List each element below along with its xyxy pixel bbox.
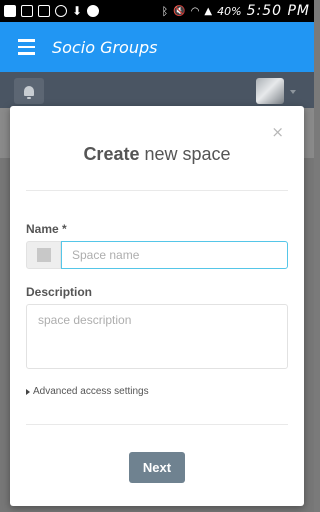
modal-title-bold: Create — [83, 144, 140, 164]
close-icon[interactable]: × — [271, 123, 284, 141]
s-icon — [21, 5, 33, 17]
signal-icon: ▲ — [204, 5, 213, 17]
download-icon: ⬇ — [72, 4, 83, 18]
space-name-input[interactable] — [61, 241, 288, 269]
underlay-edge-right — [304, 108, 314, 158]
mute-icon: 🔇 — [173, 5, 186, 17]
space-description-input[interactable] — [26, 304, 288, 369]
modal-title: Create new space — [10, 144, 304, 165]
status-bar-left: ⬇ — [4, 4, 100, 18]
shield-icon — [87, 5, 100, 17]
name-label: Name * — [26, 222, 67, 236]
notifications-button[interactable] — [14, 78, 44, 104]
avatar[interactable] — [256, 78, 284, 104]
bell-icon — [24, 86, 34, 99]
modal-title-rest: new space — [144, 144, 231, 164]
space-color-picker[interactable] — [26, 241, 61, 269]
app-title: Socio Groups — [52, 37, 158, 57]
bluetooth-icon: ᛒ — [161, 4, 169, 18]
whatsapp-icon — [55, 5, 67, 17]
wifi-icon: ◠ — [190, 5, 200, 17]
underlay-edge-left — [0, 108, 10, 158]
status-bar-right: ᛒ 🔇 ◠ ▲ 40% 5:50 PM — [162, 3, 310, 19]
description-label: Description — [26, 285, 93, 299]
status-bar: ⬇ ᛒ 🔇 ◠ ▲ 40% 5:50 PM — [0, 0, 314, 22]
add-icon — [4, 5, 16, 17]
advanced-access-settings-link[interactable]: Advanced access settings — [26, 386, 149, 397]
app-bar: Socio Groups — [0, 22, 314, 72]
clock: 5:50 PM — [246, 3, 310, 19]
color-swatch — [36, 248, 51, 262]
next-button[interactable]: Next — [129, 452, 185, 483]
battery-level: 40% — [217, 4, 242, 18]
hamburger-menu-icon[interactable] — [0, 22, 52, 72]
header-divider — [26, 190, 288, 191]
footer-divider — [26, 424, 288, 425]
advanced-access-settings-label: Advanced access settings — [33, 386, 149, 397]
caret-right-icon — [26, 388, 30, 395]
create-space-modal: × Create new space Name * Description Ad… — [10, 106, 304, 506]
image-icon — [38, 5, 50, 17]
chevron-down-icon[interactable] — [290, 90, 296, 94]
